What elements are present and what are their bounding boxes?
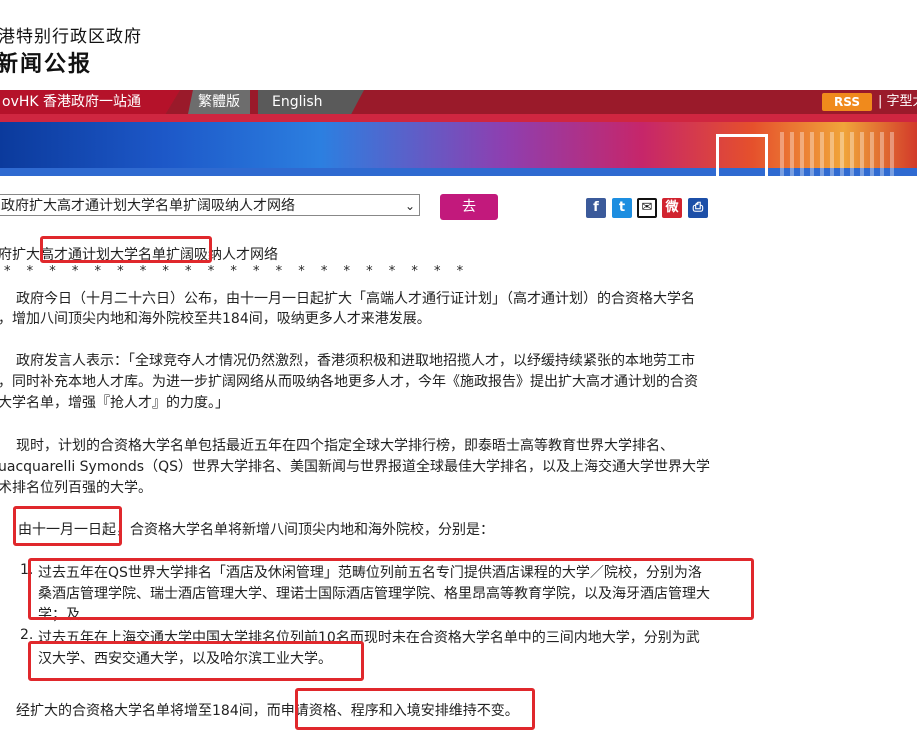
header-banner	[0, 114, 917, 176]
paragraph-2-line-2: ，同时补充本地人才库。为进一步扩阔网络从而吸纳各地更多人才，今年《施政报告》提出…	[0, 374, 698, 390]
press-release-select[interactable]: 政府扩大高才通计划大学名单扩阔吸纳人才网络 ⌄	[0, 194, 420, 216]
highlight-box-item-1	[28, 558, 754, 620]
banner-bars-graphic	[780, 132, 900, 176]
font-size-control[interactable]: | 字型大	[878, 90, 917, 114]
paragraph-5-pre: 经扩大的合资格大学名单将增至184间，而	[16, 703, 281, 719]
paragraph-2-line-1: 政府发言人表示：「全球竞夺人才情况仍然激烈，香港须积极和进取地招揽人才，以纾缓持…	[16, 353, 695, 369]
paragraph-1-line-2: ，增加八间顶尖内地和海外院校至共184间，吸纳更多人才来港发展。	[0, 311, 431, 327]
chevron-down-icon: ⌄	[404, 199, 415, 213]
traditional-chinese-link[interactable]: 繁體版	[188, 90, 250, 114]
rss-icon[interactable]: RSS	[822, 93, 872, 111]
weibo-icon[interactable]: 微	[662, 198, 682, 218]
government-name: 港特别行政区政府	[0, 27, 142, 47]
separator-stars: * * * * * * * * * * * * * * * * * * * * …	[4, 264, 470, 279]
facebook-icon[interactable]: f	[586, 198, 606, 218]
paragraph-4-rest: ，合资格大学名单将新增八间顶尖内地和海外院校，分别是：	[116, 522, 494, 538]
banner-frame-graphic	[716, 134, 768, 176]
banner-stripe-top	[0, 114, 917, 122]
select-value: 政府扩大高才通计划大学名单扩阔吸纳人才网络	[1, 198, 295, 214]
paragraph-3-line-2: uacquarelli Symonds（QS）世界大学排名、美国新闻与世界报道全…	[0, 459, 711, 475]
highlight-box-title	[40, 236, 212, 263]
go-button[interactable]: 去	[440, 194, 498, 220]
paragraph-3-line-3: 术排名位列百强的大学。	[0, 480, 152, 496]
press-release-title: 新闻公报	[0, 52, 93, 77]
govhk-link[interactable]: ovHK 香港政府一站通	[0, 90, 180, 114]
english-link[interactable]: English	[258, 90, 364, 114]
highlight-box-item-2	[28, 641, 364, 681]
highlight-box-requirements	[295, 688, 535, 730]
paragraph-2-line-3: 大学名单，增强『抢人才』的力度。」	[0, 395, 229, 411]
top-nav-bar: ovHK 香港政府一站通 繁體版 English RSS | 字型大	[0, 90, 917, 114]
paragraph-1-line-1: 政府今日（十月二十六日）公布，由十一月一日起扩大「高端人才通行证计划」（高才通计…	[16, 291, 695, 307]
title-pre: 府扩大	[0, 247, 40, 263]
twitter-icon[interactable]: t	[612, 198, 632, 218]
site-header: 港特别行政区政府 新闻公报	[0, 0, 917, 90]
email-icon[interactable]: ✉	[637, 198, 657, 218]
paragraph-3-line-1: 现时，计划的合资格大学名单包括最近五年在四个指定全球大学排行榜，即泰晤士高等教育…	[16, 438, 674, 454]
print-icon[interactable]: ⎙	[688, 198, 708, 218]
highlight-box-date	[13, 506, 122, 546]
